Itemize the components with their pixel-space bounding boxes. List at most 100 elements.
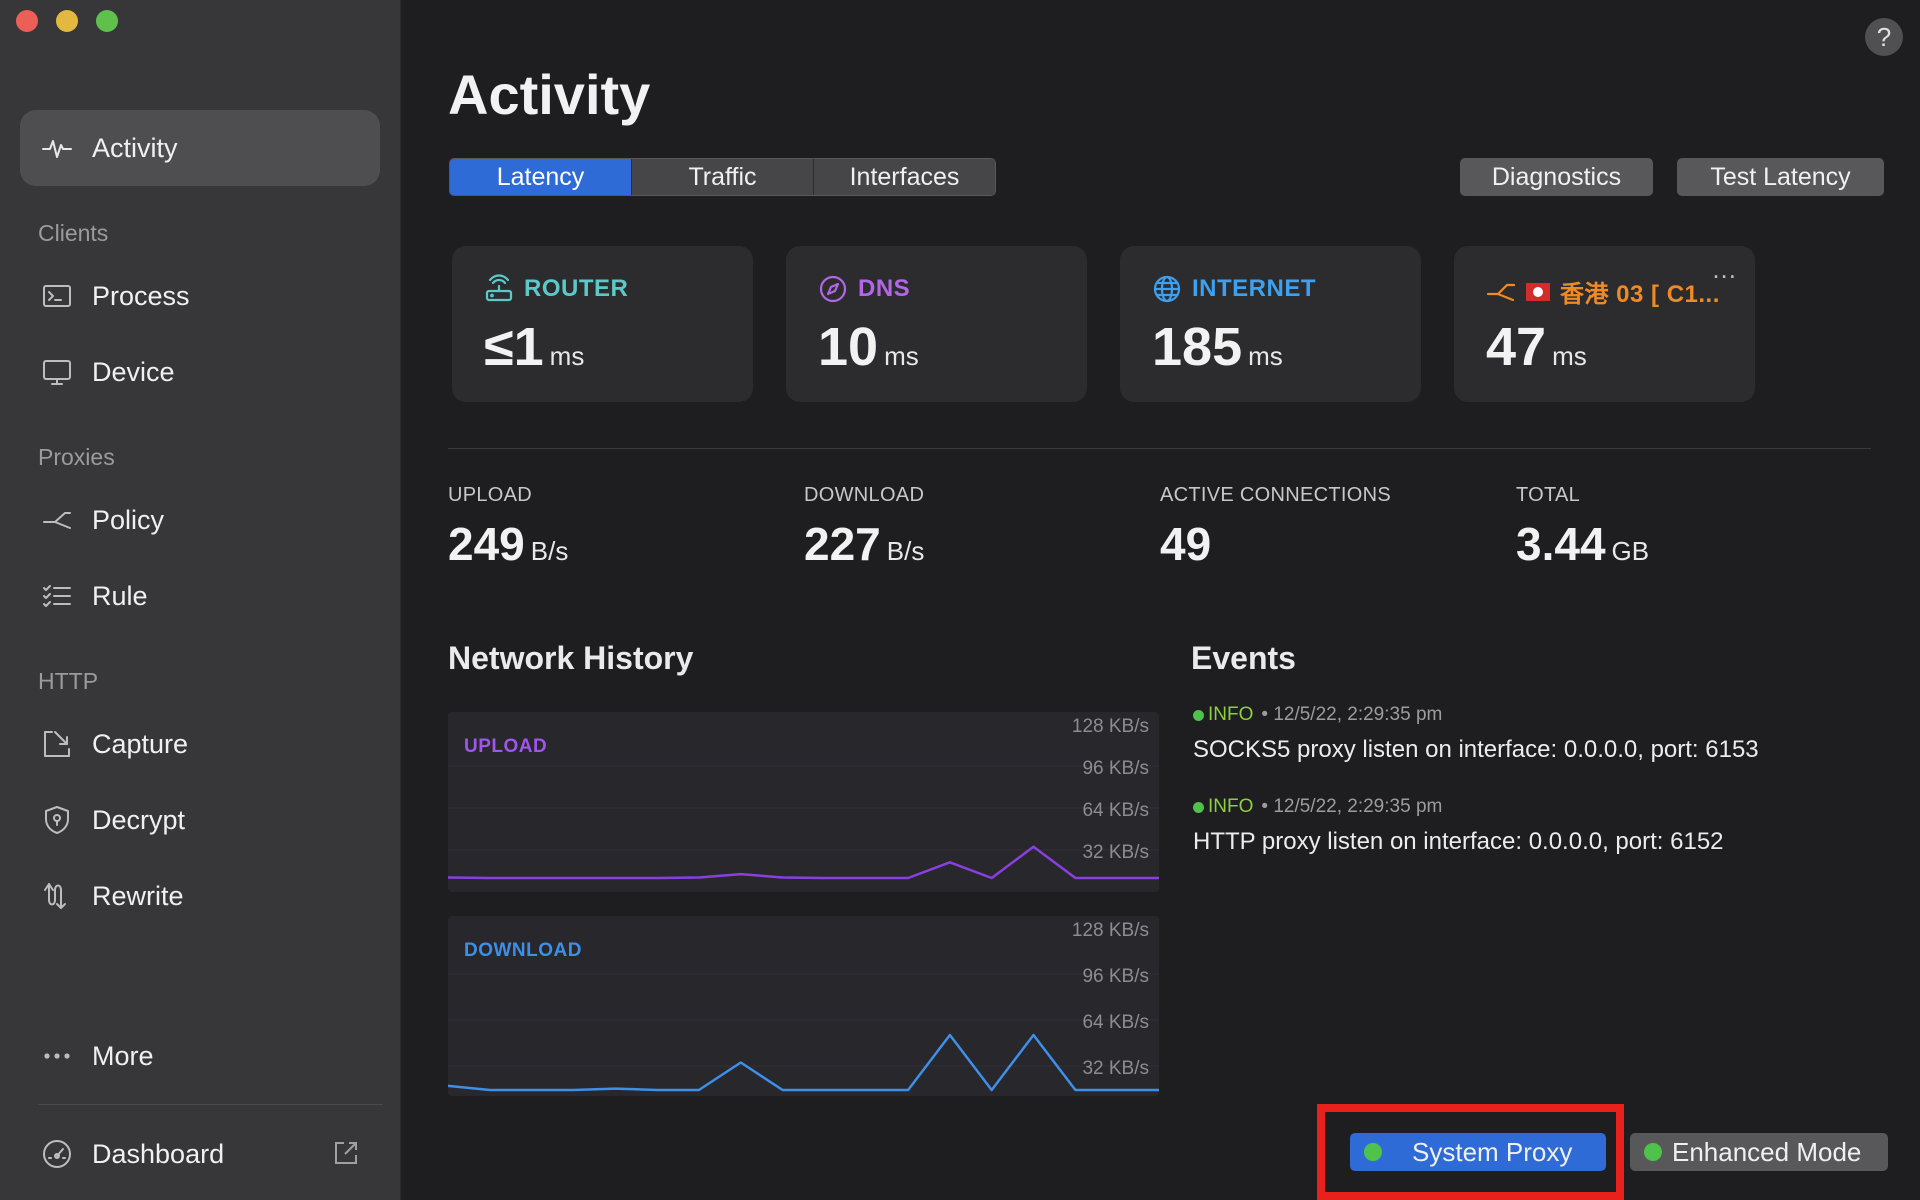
more-icon	[40, 1039, 74, 1073]
dns-latency-card[interactable]: DNS 10 ms	[786, 246, 1087, 402]
monitor-icon	[40, 355, 74, 389]
total-stat-label: TOTAL	[1516, 484, 1581, 506]
dns-latency-value: 10	[818, 317, 879, 377]
y-tick-label: 96 KB/s	[1082, 758, 1149, 779]
checklist-icon	[40, 579, 74, 613]
upload-stat-unit: B/s	[530, 536, 569, 566]
internet-latency-value: 185	[1152, 317, 1243, 377]
y-tick-label: 128 KB/s	[1071, 920, 1149, 941]
y-tick-label: 96 KB/s	[1082, 966, 1149, 987]
sidebar-item-label: Process	[92, 280, 190, 311]
view-tabs: Latency Traffic Interfaces	[449, 158, 996, 196]
sidebar-item-process[interactable]: Process	[20, 258, 380, 334]
rewrite-icon	[40, 879, 74, 913]
connections-stat[interactable]: ACTIVE CONNECTIONS 49	[1160, 484, 1391, 571]
highlight-box	[1317, 1104, 1624, 1200]
network-history-title: Network History	[448, 640, 694, 676]
policy-latency-value: 47	[1486, 317, 1547, 377]
enhanced-mode-toggle[interactable]: Enhanced Mode	[1630, 1133, 1888, 1171]
activity-icon	[40, 131, 74, 165]
dns-latency-unit: ms	[884, 341, 919, 371]
sidebar-item-label: Policy	[92, 504, 165, 535]
sidebar-item-rewrite[interactable]: Rewrite	[20, 858, 380, 934]
divider	[448, 448, 1871, 449]
internet-latency-card[interactable]: INTERNET 185 ms	[1120, 246, 1421, 402]
zoom-window-button[interactable]	[96, 10, 118, 32]
close-window-button[interactable]	[16, 10, 38, 32]
sidebar-divider	[38, 1104, 383, 1105]
section-header-http: HTTP	[38, 668, 99, 694]
download-stat-unit: B/s	[886, 536, 925, 566]
shield-icon	[40, 803, 74, 837]
sidebar-item-policy[interactable]: Policy	[20, 482, 380, 558]
sidebar-item-dashboard[interactable]: Dashboard	[20, 1116, 380, 1192]
sidebar-item-device[interactable]: Device	[20, 334, 380, 410]
policy-branch-icon	[40, 503, 74, 537]
event-item[interactable]: INFO • 12/5/22, 2:29:35 pm HTTP proxy lis…	[1193, 796, 1724, 856]
y-tick-label: 128 KB/s	[1071, 716, 1149, 737]
section-header-clients: Clients	[38, 220, 109, 246]
help-button[interactable]: ?	[1865, 18, 1903, 56]
event-time: • 12/5/22, 2:29:35 pm	[1261, 796, 1443, 817]
status-dot-icon	[1193, 801, 1204, 813]
diagnostics-button[interactable]: Diagnostics	[1460, 158, 1653, 196]
policy-latency-unit: ms	[1552, 341, 1587, 371]
sidebar: Activity Clients Process Device Proxies …	[0, 0, 401, 1200]
y-tick-label: 64 KB/s	[1082, 1012, 1149, 1033]
router-latency-unit: ms	[549, 341, 585, 371]
policy-branch-icon	[1486, 283, 1516, 301]
upload-stat-value: 249	[448, 518, 525, 570]
router-label: ROUTER	[524, 275, 629, 302]
sidebar-item-label: Decrypt	[92, 804, 186, 835]
y-tick-label: 32 KB/s	[1082, 1058, 1149, 1079]
upload-chart-svg	[448, 765, 1159, 880]
upload-series-line	[448, 845, 1159, 880]
total-stat-value: 3.44	[1516, 518, 1606, 570]
router-icon	[485, 274, 513, 302]
total-stat-unit: GB	[1611, 536, 1650, 566]
download-stat-label: DOWNLOAD	[804, 484, 925, 506]
sidebar-item-activity[interactable]: Activity	[20, 110, 380, 186]
connections-stat-label: ACTIVE CONNECTIONS	[1160, 484, 1391, 506]
upload-chart: UPLOAD 128 KB/s 96 KB/s 64 KB/s 32 KB/s	[448, 712, 1159, 892]
terminal-icon	[40, 279, 74, 313]
sidebar-item-decrypt[interactable]: Decrypt	[20, 782, 380, 858]
sidebar-item-label: Device	[92, 356, 175, 387]
y-tick-label: 32 KB/s	[1082, 842, 1149, 863]
hong-kong-flag-icon	[1526, 282, 1550, 301]
capture-icon	[40, 727, 74, 761]
enhanced-mode-label: Enhanced Mode	[1672, 1136, 1862, 1167]
y-tick-label: 64 KB/s	[1082, 800, 1149, 821]
status-dot-icon	[1193, 709, 1204, 721]
events-title: Events	[1191, 640, 1296, 676]
sidebar-item-label: Capture	[92, 728, 189, 759]
sidebar-item-label: Rule	[92, 580, 148, 611]
router-latency-card[interactable]: ROUTER ≤1 ms	[452, 246, 753, 402]
event-item[interactable]: INFO • 12/5/22, 2:29:35 pm SOCKS5 proxy l…	[1193, 704, 1759, 764]
event-level: INFO	[1208, 704, 1254, 725]
event-message: HTTP proxy listen on interface: 0.0.0.0,…	[1193, 828, 1724, 855]
upload-stat-label: UPLOAD	[448, 484, 533, 506]
policy-latency-card[interactable]: ... 香港 03 [ C1... 47 ms	[1454, 246, 1755, 402]
sidebar-item-label: Activity	[92, 132, 178, 163]
tab-latency[interactable]: Latency	[450, 159, 632, 195]
sidebar-item-capture[interactable]: Capture	[20, 706, 380, 782]
status-dot-icon	[1644, 1143, 1662, 1161]
tab-traffic[interactable]: Traffic	[632, 159, 814, 195]
sidebar-item-more[interactable]: More	[20, 1018, 380, 1094]
internet-label: INTERNET	[1192, 275, 1316, 302]
external-link-icon[interactable]	[333, 1140, 361, 1168]
policy-label: 香港 03 [ C1...	[1560, 281, 1720, 308]
compass-icon	[819, 275, 847, 303]
minimize-window-button[interactable]	[56, 10, 78, 32]
download-chart: DOWNLOAD 128 KB/s 96 KB/s 64 KB/s 32 KB/…	[448, 916, 1159, 1096]
internet-latency-unit: ms	[1248, 341, 1283, 371]
download-stat-value: 227	[804, 518, 881, 570]
tab-interfaces[interactable]: Interfaces	[814, 159, 995, 195]
sidebar-item-rule[interactable]: Rule	[20, 558, 380, 634]
dns-label: DNS	[858, 275, 911, 302]
page-title: Activity	[448, 63, 651, 126]
event-time: • 12/5/22, 2:29:35 pm	[1261, 704, 1443, 725]
test-latency-button[interactable]: Test Latency	[1677, 158, 1884, 196]
section-header-proxies: Proxies	[38, 444, 115, 470]
